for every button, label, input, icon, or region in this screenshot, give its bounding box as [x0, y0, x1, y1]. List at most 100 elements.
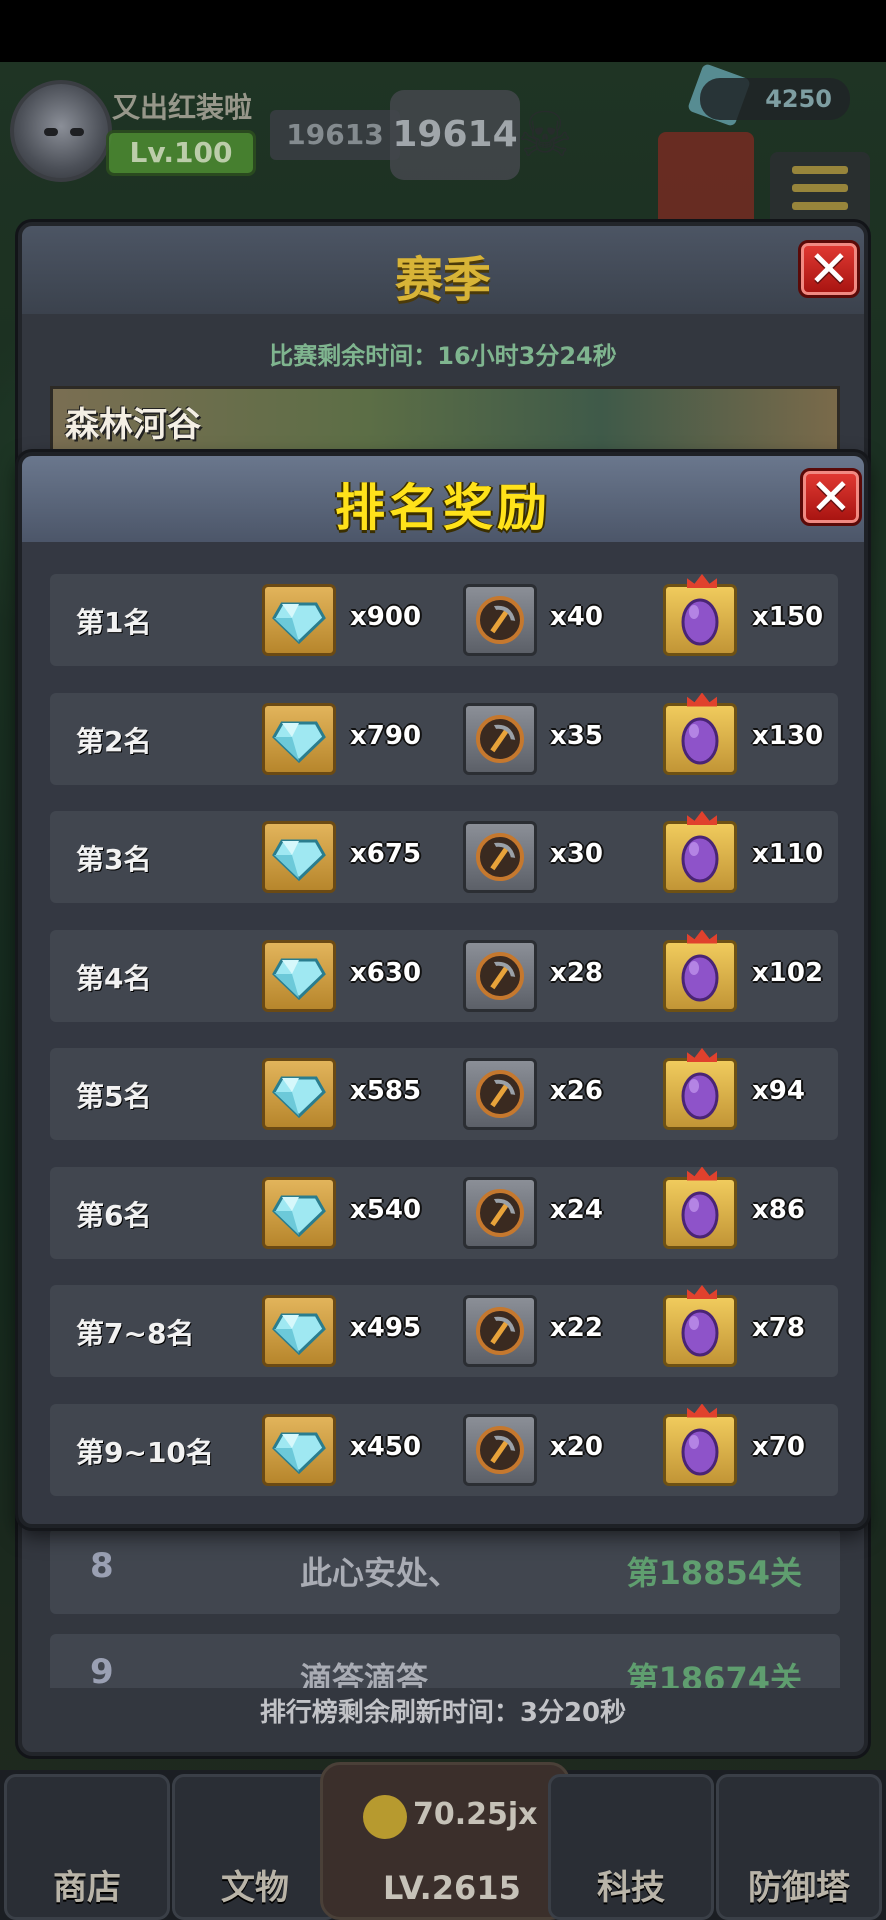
pickaxe-quantity: x40: [550, 602, 603, 632]
pickaxe-reward-slot[interactable]: [463, 821, 537, 893]
egg-reward-slot[interactable]: [663, 574, 737, 656]
egg-quantity: x94: [752, 1076, 805, 1106]
purple-egg-icon: [681, 717, 719, 764]
pickaxe-reward-slot[interactable]: [463, 702, 537, 775]
reward-row: 第6名 x540 x24 x86: [50, 1166, 838, 1259]
leaderboard-stage: 第18854关: [626, 1554, 802, 1592]
status-bar: [0, 0, 886, 62]
gem-quantity: x585: [350, 1076, 422, 1106]
reward-row: 第2名 x790 x35 x130: [50, 692, 838, 785]
egg-reward-slot[interactable]: [663, 1285, 737, 1367]
egg-reward-slot[interactable]: [663, 929, 737, 1012]
purple-egg-icon: [681, 598, 719, 646]
map-name: 森林河谷: [65, 405, 201, 445]
nav-hero[interactable]: 70.25jx LV.2615: [320, 1762, 570, 1920]
rank-label: 第4名: [76, 961, 152, 995]
pickaxe-icon: [476, 1307, 524, 1355]
crown-icon: [687, 1048, 717, 1062]
gem-reward-slot[interactable]: [262, 702, 336, 775]
pickaxe-reward-slot[interactable]: [463, 1295, 537, 1367]
leaderboard-name: 滴答滴答: [300, 1660, 429, 1688]
gem-reward-slot[interactable]: [262, 1058, 336, 1130]
rank-label: 第3名: [76, 843, 152, 876]
leaderboard-rank: 8: [90, 1546, 114, 1586]
pickaxe-reward-slot[interactable]: [463, 1176, 537, 1249]
gem-reward-slot[interactable]: [262, 1295, 336, 1367]
pickaxe-reward-slot[interactable]: [463, 1413, 537, 1486]
previous-stage: 19613: [270, 110, 400, 160]
egg-quantity: x110: [752, 839, 824, 869]
pickaxe-reward-slot[interactable]: [463, 584, 537, 656]
season-close-button[interactable]: ✕: [798, 240, 860, 298]
nav-relics[interactable]: 文物: [172, 1774, 338, 1920]
income-rate: 70.25jx: [413, 1797, 538, 1832]
pickaxe-quantity: x20: [550, 1431, 603, 1462]
pickaxe-reward-slot[interactable]: [463, 1058, 537, 1130]
egg-reward-slot[interactable]: [663, 692, 737, 775]
player-level-badge: Lv.100: [106, 130, 256, 176]
leaderboard-row[interactable]: 9 滴答滴答 第18674关: [50, 1634, 840, 1688]
reward-close-button[interactable]: ✕: [800, 468, 862, 526]
season-title: 赛季: [394, 252, 491, 308]
purple-egg-icon: [681, 1191, 719, 1238]
rank-label: 第7~8名: [76, 1317, 195, 1350]
reward-row: 第9~10名 x450 x20 x70: [50, 1403, 838, 1496]
gem-quantity: x675: [350, 839, 422, 869]
gem-quantity: x495: [350, 1313, 422, 1343]
egg-reward-slot[interactable]: [663, 1403, 737, 1486]
gem-reward-slot[interactable]: [262, 939, 336, 1012]
gem-reward-slot[interactable]: [262, 1413, 336, 1486]
purple-egg-icon: [681, 1072, 719, 1120]
egg-quantity: x70: [752, 1431, 805, 1462]
hero-level: LV.2615: [383, 1869, 521, 1907]
pickaxe-icon: [476, 1188, 524, 1237]
close-icon: ✕: [808, 240, 850, 298]
reward-row: 第1名 x900 x40 x150: [50, 574, 838, 666]
nav-shop-label: 商店: [53, 1868, 121, 1908]
reward-row: 第5名 x585 x26 x94: [50, 1048, 838, 1140]
egg-reward-slot[interactable]: [663, 1166, 737, 1249]
reward-header: 排名奖励 ✕: [22, 456, 864, 542]
egg-quantity: x86: [752, 1194, 805, 1225]
crown-icon: [687, 1166, 717, 1181]
rank-label: 第2名: [76, 724, 152, 758]
egg-reward-slot[interactable]: [663, 1048, 737, 1130]
adventure-button[interactable]: [658, 132, 754, 228]
pickaxe-icon: [476, 714, 524, 763]
egg-reward-slot[interactable]: [663, 811, 737, 893]
diamond-icon: [272, 1313, 326, 1356]
leaderboard-list[interactable]: 8 此心安处、 第18854关 9 滴答滴答 第18674关: [50, 1528, 840, 1688]
crown-icon: [687, 811, 717, 825]
nav-tech-label: 科技: [597, 1868, 665, 1908]
gem-reward-slot[interactable]: [262, 821, 336, 893]
leaderboard-row[interactable]: 8 此心安处、 第18854关: [50, 1528, 840, 1614]
pickaxe-quantity: x26: [550, 1076, 603, 1106]
leaderboard-name: 此心安处、: [300, 1554, 461, 1592]
egg-quantity: x130: [752, 720, 824, 751]
crown-icon: [687, 1403, 717, 1418]
purple-egg-icon: [681, 835, 719, 883]
nav-tech[interactable]: 科技: [548, 1774, 714, 1920]
gem-quantity: x790: [350, 720, 422, 751]
purple-egg-icon: [681, 1309, 719, 1357]
crown-icon: [687, 574, 717, 588]
rank-label: 第6名: [76, 1198, 152, 1232]
diamond-icon: [272, 602, 326, 645]
pickaxe-icon: [476, 1070, 524, 1118]
leaderboard-rank: 9: [90, 1652, 114, 1688]
pickaxe-reward-slot[interactable]: [463, 939, 537, 1012]
gem-reward-slot[interactable]: [262, 584, 336, 656]
reward-row: 第3名 x675 x30 x110: [50, 811, 838, 903]
purple-egg-icon: [681, 1428, 719, 1475]
nav-tower[interactable]: 防御塔: [716, 1774, 882, 1920]
menu-button[interactable]: [770, 152, 870, 232]
coin-icon: [363, 1795, 407, 1839]
boss-skull-icon: ☠: [517, 98, 573, 171]
season-timer: 比赛剩余时间：16小时3分24秒: [269, 342, 617, 370]
gem-quantity: x540: [350, 1194, 422, 1225]
nav-shop[interactable]: 商店: [4, 1774, 170, 1920]
diamond-icon: [272, 839, 326, 882]
gem-reward-slot[interactable]: [262, 1176, 336, 1249]
player-avatar[interactable]: [10, 80, 112, 182]
pickaxe-quantity: x30: [550, 839, 603, 869]
